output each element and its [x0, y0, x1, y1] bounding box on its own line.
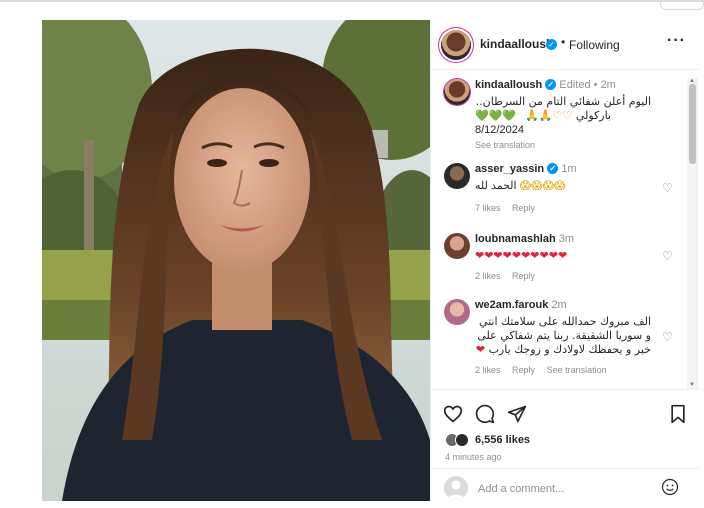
post-photo[interactable] — [42, 20, 430, 501]
author-avatar[interactable] — [441, 30, 471, 60]
post-actions: 6,556 likes 4 minutes ago Add a comment.… — [431, 389, 699, 501]
scroll-down-arrow-icon[interactable]: ▼ — [689, 382, 695, 388]
verified-badge-icon: ✓ — [546, 39, 557, 50]
red-heart-emoji: ❤ — [475, 343, 486, 356]
post-side-panel: kindaalloush ✓ • Following ··· kindaallo… — [430, 20, 699, 501]
comment-meta: 2 likes Reply — [475, 271, 544, 281]
instagram-post-frame: kindaalloush ✓ • Following ··· kindaallo… — [0, 0, 704, 508]
caption-time: 2m — [600, 79, 616, 91]
paper-plane-icon[interactable] — [507, 404, 527, 424]
comment-username-line: loubnamashlah 3m — [475, 233, 574, 245]
caption-line-1: اليوم أعلن شفائي التام من السرطان.. — [471, 95, 651, 109]
comment-username[interactable]: asser_yassin — [475, 163, 544, 175]
reply-button[interactable]: Reply — [512, 271, 535, 281]
comment-text-line-3: خير و يحفظك لاولادك و زوجك يارب ❤ — [471, 343, 651, 357]
comment-like-heart-icon[interactable]: ♡ — [662, 249, 673, 263]
comment-text-line-2: و سوريا الشقيقة. ربنا يتم شفاكي على — [477, 329, 651, 342]
comment-username[interactable]: we2am.farouk — [475, 299, 548, 311]
caption-avatar[interactable] — [444, 79, 470, 105]
see-translation-link[interactable]: See translation — [547, 365, 607, 375]
current-user-avatar — [444, 476, 468, 500]
caption-date: 8/12/2024 — [475, 124, 524, 136]
comment-likes[interactable]: 2 likes — [475, 271, 501, 281]
comment-like-heart-icon[interactable]: ♡ — [662, 330, 673, 344]
post-header: kindaalloush ✓ • Following ··· — [431, 20, 699, 70]
comment-text-line-1: الف مبروك حمدالله على سلامتك انتي — [478, 315, 651, 328]
caption: kindaalloush ✓ Edited • 2m اليوم أعلن شف… — [431, 79, 687, 159]
comment-text: الحمد لله 😱😱😱😱 — [475, 179, 665, 193]
comment-text-arabic: خير و يحفظك لاولادك و زوجك يارب — [488, 343, 651, 356]
add-comment-input[interactable]: Add a comment... — [478, 483, 564, 495]
likes-count[interactable]: 6,556 likes — [475, 434, 530, 446]
shocked-emoji: 😱😱😱😱 — [519, 179, 566, 192]
comment-meta: 2 likes Reply See translation — [475, 365, 616, 375]
comment-bubble-icon[interactable] — [475, 404, 495, 424]
caption-username[interactable]: kindaalloush — [475, 79, 542, 91]
comment-text: ❤❤❤❤❤❤❤❤❤❤ — [475, 249, 665, 263]
comment-meta: 7 likes Reply — [475, 203, 544, 213]
more-options-icon[interactable]: ··· — [667, 32, 686, 50]
comment-text-arabic: الحمد لله — [475, 180, 517, 192]
comment-likes[interactable]: 7 likes — [475, 203, 501, 213]
separator-dot: • — [561, 35, 566, 49]
page-top-border — [0, 0, 704, 2]
verified-badge-icon: ✓ — [547, 163, 559, 174]
commenter-avatar[interactable] — [444, 163, 470, 189]
comment-time: 3m — [558, 233, 575, 245]
caption-text-1: اليوم أعلن شفائي التام من السرطان.. — [475, 95, 651, 108]
verified-badge-icon: ✓ — [545, 79, 557, 90]
comment-time: 1m — [561, 163, 577, 175]
comment-likes[interactable]: 2 likes — [475, 365, 501, 375]
bookmark-icon[interactable] — [669, 404, 687, 424]
author-username[interactable]: kindaalloush — [480, 37, 553, 51]
reply-button[interactable]: Reply — [512, 203, 535, 213]
liker-avatar — [455, 433, 469, 447]
edited-label: Edited — [559, 79, 591, 91]
comment-time: 2m — [551, 299, 567, 311]
default-avatar-icon — [447, 480, 465, 500]
pray-emoji: 🙏🙏♡♡ — [525, 109, 573, 122]
reply-button[interactable]: Reply — [512, 365, 535, 375]
comment-item: we2am.farouk 2m الف مبروك حمدالله على سل… — [431, 299, 687, 389]
comment-username[interactable]: loubnamashlah — [475, 233, 556, 245]
scrollbar-thumb[interactable] — [689, 84, 696, 164]
comment-username-line: asser_yassin ✓ 1m — [475, 163, 577, 175]
comment-item: asser_yassin ✓ 1m الحمد لله 😱😱😱😱 7 likes… — [431, 163, 687, 213]
following-button[interactable]: Following — [569, 38, 620, 52]
caption-emojis: 🙏🙏♡♡ — [525, 109, 699, 123]
smiley-icon[interactable] — [661, 478, 679, 496]
separator-dot: • — [593, 79, 598, 91]
commenter-avatar[interactable] — [444, 233, 470, 259]
comment-item: loubnamashlah 3m ❤❤❤❤❤❤❤❤❤❤ 2 likes Repl… — [431, 233, 687, 283]
comments-list[interactable]: kindaalloush ✓ Edited • 2m اليوم أعلن شف… — [431, 71, 699, 389]
commenter-avatar[interactable] — [444, 299, 470, 325]
selfie-image — [42, 20, 430, 501]
comment-username-line: we2am.farouk 2m — [475, 299, 567, 311]
comment-like-heart-icon[interactable]: ♡ — [662, 181, 673, 195]
red-hearts-emoji: ❤❤❤❤❤❤❤❤❤❤ — [475, 249, 568, 262]
corner-element — [660, 0, 704, 10]
caption-see-translation[interactable]: See translation — [475, 140, 535, 150]
heart-icon[interactable] — [443, 404, 463, 424]
add-comment-bar: Add a comment... — [431, 468, 699, 502]
scroll-up-arrow-icon[interactable]: ▲ — [689, 78, 695, 84]
post-time-ago: 4 minutes ago — [445, 452, 502, 462]
caption-username-line: kindaalloush ✓ Edited • 2m — [475, 79, 616, 91]
